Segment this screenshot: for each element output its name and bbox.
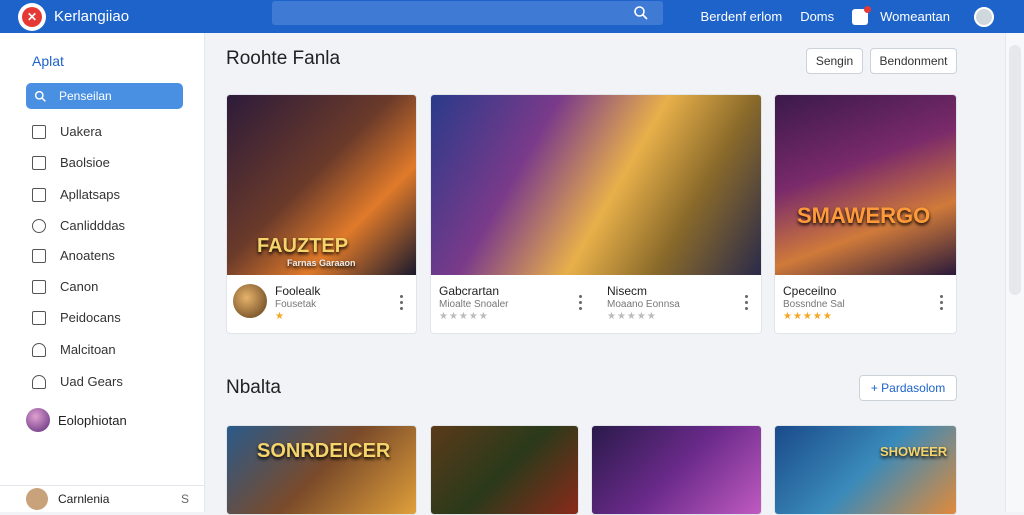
sidebar-item-label: Malcitoan	[60, 342, 116, 357]
rating-stars: ★★★★★	[607, 311, 657, 322]
top-link-2[interactable]: Doms	[800, 9, 834, 24]
sidebar-item-2[interactable]: Baolsioe	[32, 155, 110, 170]
sidebar-item-9[interactable]: Uad Gears	[32, 374, 123, 389]
sidebar-item-label: Uakera	[60, 124, 102, 139]
rating-stars: ★★★★★	[439, 311, 489, 322]
sidebar-search-label: Penseilan	[59, 89, 112, 103]
thumbnail-subtitle: Farnas Garaaon	[287, 258, 356, 268]
avatar	[233, 284, 267, 318]
game-card[interactable]: FAUZTEP Farnas Garaaon Foolealk Fousetak…	[226, 94, 417, 334]
thumbnail-title: SHOWEER	[880, 444, 948, 459]
chart-icon	[32, 155, 46, 170]
sidebar-item-5[interactable]: Anoatens	[32, 248, 115, 263]
user-name[interactable]: Womeantan	[880, 9, 950, 24]
avatar	[26, 408, 50, 432]
search-input[interactable]	[272, 1, 663, 25]
more-icon[interactable]	[745, 295, 749, 311]
rating-stars: ★★★★★	[783, 311, 833, 322]
sidebar-item-label: Apllatsaps	[60, 187, 120, 202]
sidebar-item-7[interactable]: Peidocans	[32, 310, 121, 325]
sidebar: Aplat Penseilan Uakera Baolsioe Apllatsa…	[0, 33, 205, 512]
thumbnail-title: SONRDEICER	[257, 440, 391, 462]
sidebar-search-button[interactable]: Penseilan	[26, 83, 183, 109]
list-icon	[32, 248, 46, 263]
sidebar-item-6[interactable]: Canon	[32, 279, 98, 294]
top-bar: ✕ Kerlangiiao Berdenf erlom Doms Womeant…	[0, 0, 1024, 33]
sidebar-item-label: Canlidddas	[60, 218, 126, 233]
bracket-icon	[32, 279, 46, 294]
card-meta: Cpeceilno Bossndne Sal ★★★★★	[775, 275, 956, 333]
sidebar-item-4[interactable]: Canlidddas	[32, 218, 125, 233]
game-developer: Bossndne Sal	[783, 299, 845, 310]
add-button[interactable]: + Pardasolom	[859, 375, 957, 401]
top-link-1[interactable]: Berdenf erlom	[701, 9, 783, 24]
sidebar-heading: Aplat	[32, 53, 64, 69]
app-title: Kerlangiiao	[54, 8, 130, 25]
more-icon[interactable]	[400, 295, 404, 311]
scrollbar-thumb[interactable]	[1009, 45, 1021, 295]
thumbnail-title: SMAWERGO	[797, 203, 931, 228]
game-thumbnail	[431, 95, 761, 275]
search-icon[interactable]	[633, 5, 649, 21]
rating-stars: ★	[275, 311, 285, 322]
avatar[interactable]	[974, 6, 994, 27]
game-card[interactable]: SONRDEICER	[226, 425, 417, 515]
game-name: Cpeceilno	[783, 284, 837, 298]
notification-icon[interactable]	[852, 5, 872, 25]
avatar	[26, 488, 48, 510]
game-thumbnail: SMAWERGO	[775, 95, 956, 275]
sidebar-item-label: Peidocans	[60, 310, 121, 325]
sidebar-item-label: Anoatens	[60, 248, 115, 263]
sidebar-item-label: Uad Gears	[60, 374, 123, 389]
game-developer: Mioalte Snoaler	[439, 299, 509, 310]
game-thumbnail: FAUZTEP Farnas Garaaon	[227, 95, 416, 275]
footer-label: Carnlenia	[58, 492, 110, 506]
game-name: Gabcrartan	[439, 284, 500, 298]
sidebar-item-8[interactable]: Malcitoan	[32, 342, 116, 357]
recommend-button[interactable]: Bendonment	[870, 48, 957, 74]
calendar-icon	[32, 124, 46, 139]
search-icon	[34, 90, 46, 102]
more-icon[interactable]	[940, 295, 944, 311]
main-content: Roohte Fanla Sengin Bendonment FAUZTEP F…	[205, 33, 1005, 515]
user-icon	[32, 374, 46, 389]
game-card[interactable]	[430, 425, 579, 515]
sidebar-item-1[interactable]: Uakera	[32, 124, 102, 139]
sidebar-item-3[interactable]: Apllatsaps	[32, 187, 120, 202]
game-developer: Moaano Eonnsa	[607, 299, 680, 310]
more-icon[interactable]	[579, 295, 583, 311]
game-card[interactable]	[591, 425, 762, 515]
sidebar-item-label: Canon	[60, 279, 99, 294]
search-icon	[32, 218, 46, 233]
game-name: Nisecm	[607, 284, 648, 298]
game-card[interactable]: SHOWEER	[774, 425, 957, 515]
game-developer: Fousetak	[275, 299, 317, 310]
person-icon	[32, 342, 46, 357]
scrollbar[interactable]	[1005, 33, 1024, 512]
game-card[interactable]: SMAWERGO Cpeceilno Bossndne Sal ★★★★★	[774, 94, 957, 334]
section-title: Nbalta	[226, 377, 281, 398]
thumbnail-title: FAUZTEP	[257, 235, 349, 257]
game-card-wide[interactable]: Gabcrartan Mioalte Snoaler ★★★★★ Nisecm …	[430, 94, 762, 334]
sidebar-item-label: Baolsioe	[60, 155, 110, 170]
sort-button[interactable]: Sengin	[806, 48, 863, 74]
app-logo[interactable]: ✕	[18, 2, 46, 31]
sidebar-footer[interactable]: Carnlenia S	[0, 485, 205, 512]
card-meta: Gabcrartan Mioalte Snoaler ★★★★★ Nisecm …	[431, 275, 761, 333]
card-meta: Foolealk Fousetak ★	[227, 275, 416, 333]
sidebar-user-label: Eolophiotan	[58, 412, 127, 428]
footer-count: S	[180, 492, 189, 506]
bar-chart-icon	[32, 187, 46, 202]
image-icon	[32, 310, 46, 325]
game-name: Foolealk	[275, 284, 321, 298]
sidebar-user[interactable]: Eolophiotan	[26, 408, 127, 432]
section-title: Roohte Fanla	[226, 48, 341, 69]
